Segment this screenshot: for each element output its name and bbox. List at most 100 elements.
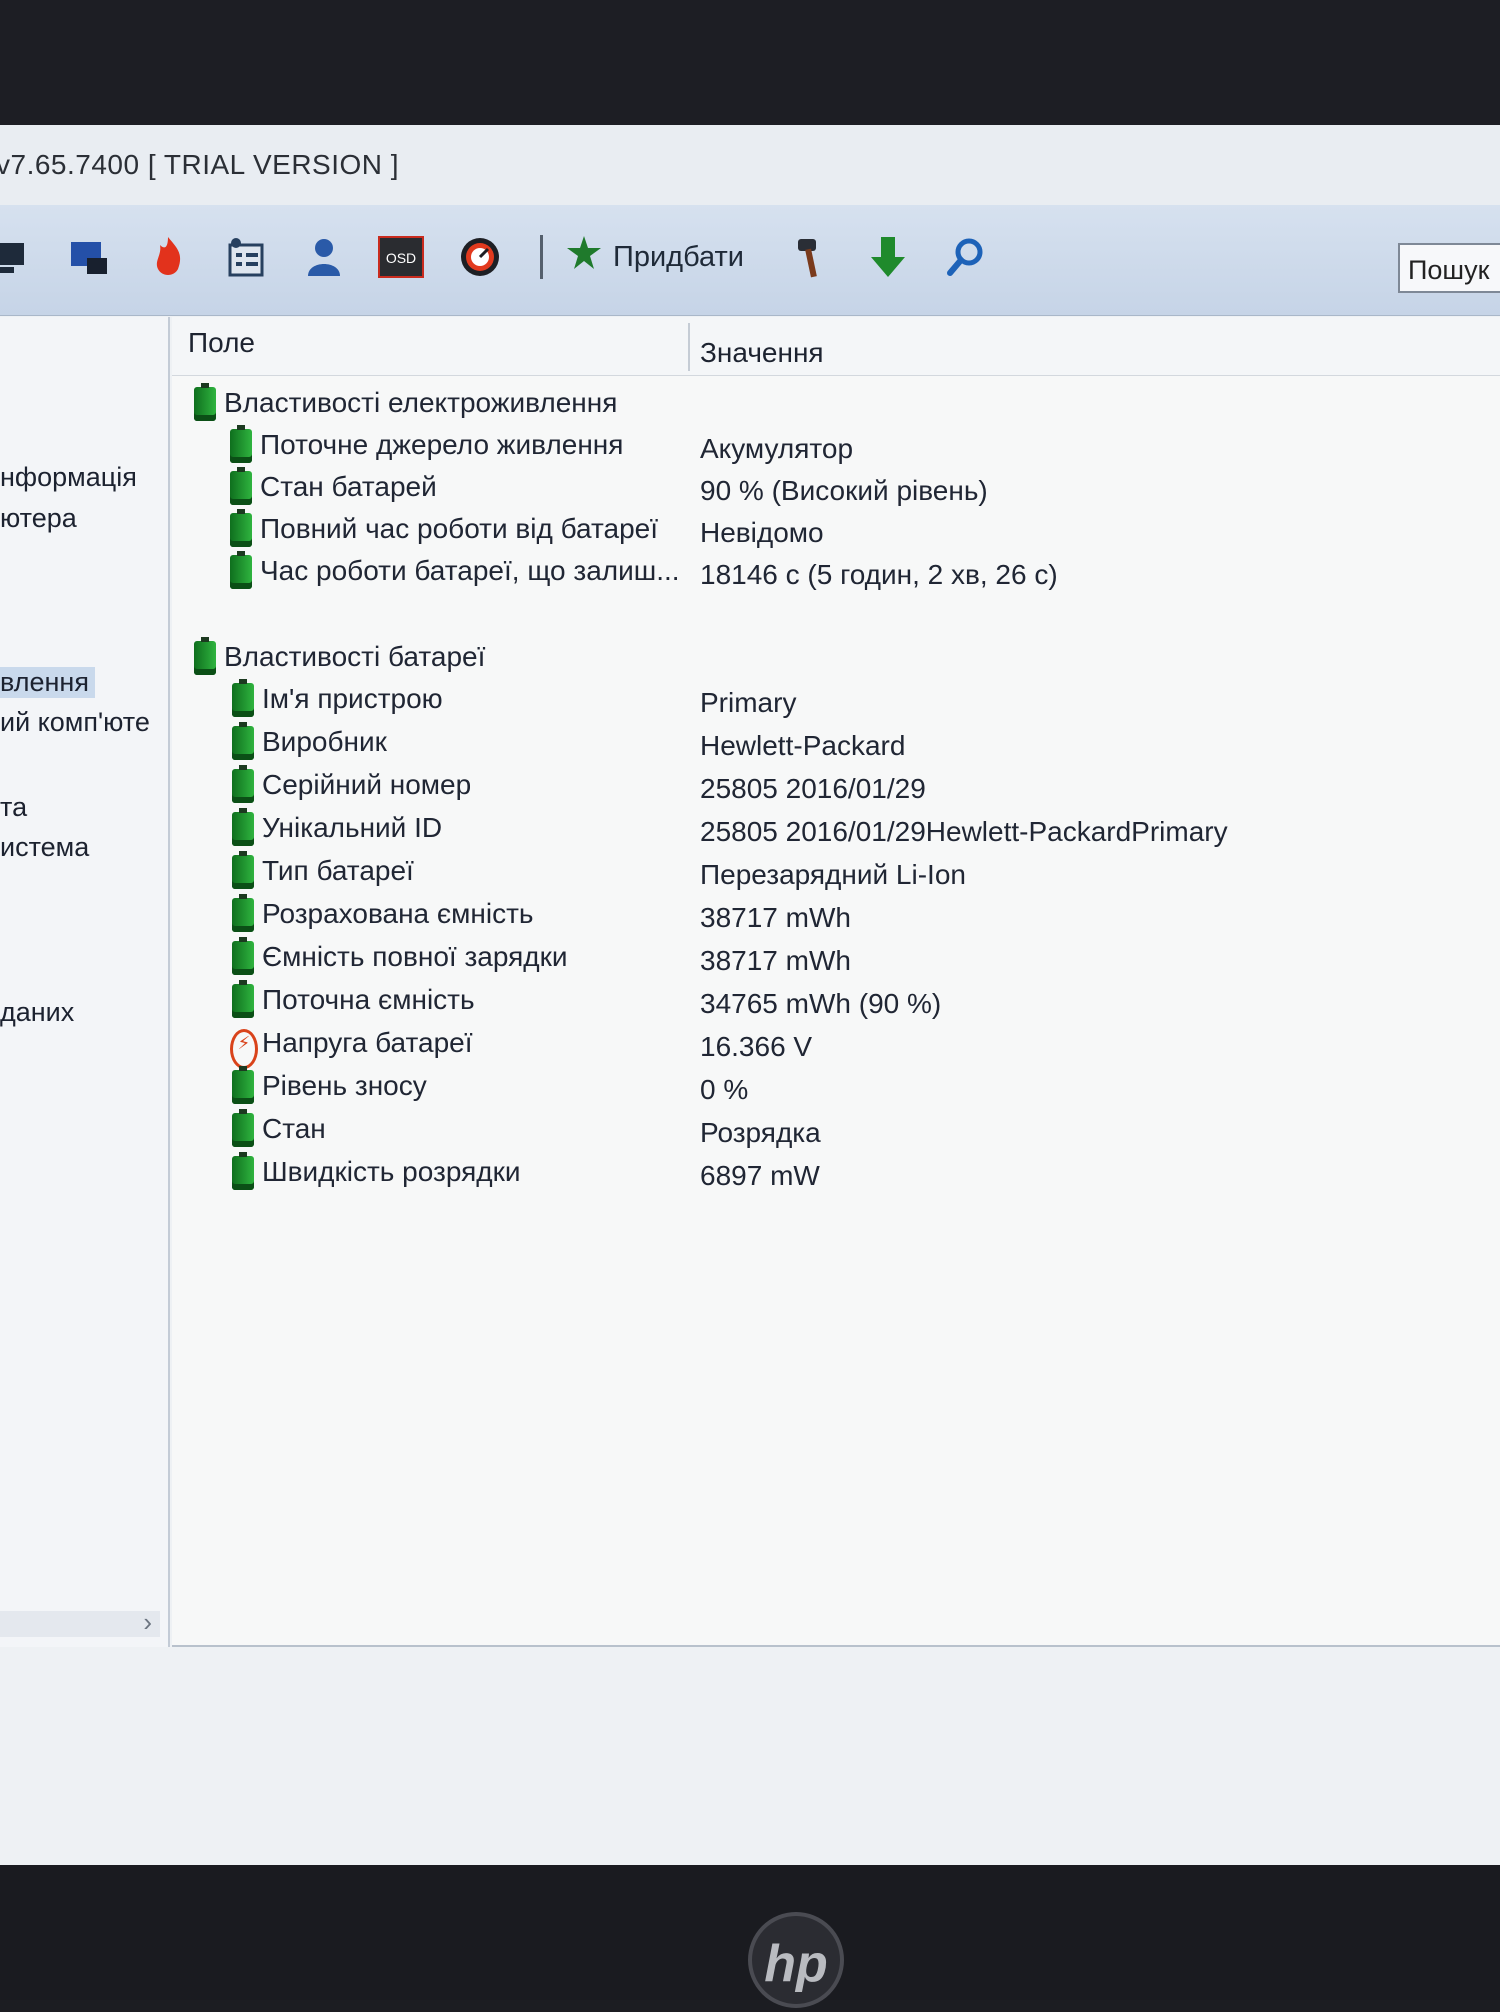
- screen: v7.65.7400 [ TRIAL VERSION ] OSD Придбат…: [0, 125, 1500, 1865]
- battery-icon: [232, 851, 254, 889]
- section-header[interactable]: Властивості електроживлення: [172, 383, 1500, 423]
- search-button[interactable]: Пошук: [1398, 243, 1500, 293]
- toolbar: OSD Придбати Пошук: [0, 205, 1500, 316]
- battery-icon: [232, 765, 254, 803]
- battery-icon: [230, 467, 252, 505]
- field-label: Напруга батареї: [262, 1027, 473, 1058]
- field-value: Перезарядний Li-Ion: [700, 859, 966, 890]
- sidebar-item-power[interactable]: влення: [0, 667, 95, 698]
- title-bar: v7.65.7400 [ TRIAL VERSION ]: [0, 125, 1500, 206]
- field-label: Розрахована ємність: [262, 898, 534, 929]
- laptop-bezel-bottom: [0, 1865, 1500, 2000]
- table-row[interactable]: Рівень зносу 0 %: [172, 1066, 1500, 1106]
- field-label: Стан: [262, 1113, 326, 1144]
- svg-text:OSD: OSD: [386, 250, 416, 266]
- horizontal-scrollbar[interactable]: ›: [0, 1607, 160, 1637]
- field-label: Виробник: [262, 726, 387, 757]
- battery-icon: [232, 1066, 254, 1104]
- table-row[interactable]: Унікальний ID 25805 2016/01/29Hewlett-Pa…: [172, 808, 1500, 848]
- field-value: 25805 2016/01/29Hewlett-PackardPrimary: [700, 816, 1228, 847]
- table-row[interactable]: Швидкість розрядки 6897 mW: [172, 1152, 1500, 1192]
- grid-header: Поле Значення: [172, 317, 1500, 376]
- field-label: Час роботи батареї, що залиш...: [260, 555, 680, 586]
- grid-bottom-border: [172, 1645, 1500, 1647]
- sidebar-item-board[interactable]: та: [0, 792, 27, 823]
- table-row[interactable]: Ємність повної зарядки 38717 mWh: [172, 937, 1500, 977]
- field-value: 38717 mWh: [700, 902, 851, 933]
- voltage-icon: ⚡: [230, 1029, 258, 1069]
- battery-icon: [232, 894, 254, 932]
- field-label: Рівень зносу: [262, 1070, 427, 1101]
- download-arrow-icon[interactable]: [866, 235, 910, 279]
- section-title: Властивості батареї: [224, 641, 486, 672]
- computer-icon[interactable]: [0, 235, 30, 279]
- table-row[interactable]: Поточне джерело живлення Акумулятор: [172, 425, 1500, 465]
- sidebar-item-portable-computer[interactable]: ий комп'юте: [0, 707, 150, 738]
- table-row[interactable]: Поточна ємність 34765 mWh (90 %): [172, 980, 1500, 1020]
- section-header[interactable]: Властивості батареї: [172, 637, 1500, 677]
- battery-icon: [232, 1152, 254, 1190]
- table-row[interactable]: Тип батареї Перезарядний Li-Ion: [172, 851, 1500, 891]
- table-row[interactable]: Повний час роботи від батареї Невідомо: [172, 509, 1500, 549]
- field-value: Primary: [700, 687, 797, 718]
- scroll-right-icon[interactable]: ›: [143, 1607, 152, 1638]
- field-label: Стан батарей: [260, 471, 437, 502]
- sidebar-item-computer[interactable]: ютера: [0, 503, 77, 534]
- field-value: Акумулятор: [700, 433, 854, 464]
- battery-icon: [232, 722, 254, 760]
- hp-logo: hp: [748, 1912, 844, 2008]
- battery-icon: [232, 808, 254, 846]
- table-row[interactable]: Розрахована ємність 38717 mWh: [172, 894, 1500, 934]
- table-row[interactable]: ⚡ Напруга батареї 16.366 V: [172, 1023, 1500, 1069]
- field-value: Розрядка: [700, 1117, 821, 1148]
- field-value: 38717 mWh: [700, 945, 851, 976]
- field-value: 0 %: [700, 1074, 749, 1105]
- buy-button[interactable]: Придбати: [565, 231, 744, 283]
- window-title: v7.65.7400 [ TRIAL VERSION ]: [0, 149, 400, 180]
- column-header-field[interactable]: Поле: [188, 327, 255, 359]
- buy-label: Придбати: [613, 240, 745, 273]
- details-grid: Поле Значення Властивості електроживленн…: [172, 317, 1500, 1647]
- battery-icon: [230, 551, 252, 589]
- table-row[interactable]: Стан Розрядка: [172, 1109, 1500, 1149]
- table-row[interactable]: Виробник Hewlett-Packard: [172, 722, 1500, 762]
- field-value: 18146 с (5 годин, 2 хв, 26 с): [700, 559, 1058, 590]
- sidebar-item-os[interactable]: истема: [0, 832, 89, 863]
- field-label: Поточна ємність: [262, 984, 475, 1015]
- table-row[interactable]: Стан батарей 90 % (Високий рівень): [172, 467, 1500, 507]
- section-title: Властивості електроживлення: [224, 387, 618, 418]
- user-icon[interactable]: [302, 235, 346, 279]
- battery-icon: [194, 637, 216, 675]
- battery-icon: [194, 383, 216, 421]
- field-label: Швидкість розрядки: [262, 1156, 521, 1187]
- field-label: Ім'я пристрою: [262, 683, 443, 714]
- column-header-value[interactable]: Значення: [700, 337, 824, 369]
- column-divider[interactable]: [688, 323, 690, 371]
- benchmark-icon[interactable]: [458, 235, 502, 279]
- buy-star-icon: [565, 234, 603, 280]
- table-row[interactable]: Серійний номер 25805 2016/01/29: [172, 765, 1500, 805]
- search-icon[interactable]: [944, 235, 988, 279]
- tools-icon[interactable]: [790, 235, 834, 279]
- field-value: 16.366 V: [700, 1031, 813, 1062]
- field-value: Невідомо: [700, 517, 824, 548]
- sidebar-tree: нформація ютера влення ий комп'юте та ис…: [0, 317, 170, 1647]
- flame-icon[interactable]: [146, 235, 190, 279]
- task-scheduler-icon[interactable]: [224, 235, 268, 279]
- sidebar-item-info[interactable]: нформація: [0, 462, 137, 493]
- laptop-bezel-top: [0, 0, 1500, 130]
- battery-icon: [232, 679, 254, 717]
- field-label: Тип батареї: [262, 855, 414, 886]
- toolbar-separator: [540, 235, 543, 279]
- field-label: Ємність повної зарядки: [262, 941, 568, 972]
- table-row[interactable]: Час роботи батареї, що залиш... 18146 с …: [172, 551, 1500, 591]
- sidebar-item-storage[interactable]: даних: [0, 997, 74, 1028]
- table-row[interactable]: Ім'я пристрою Primary: [172, 679, 1500, 719]
- battery-icon: [230, 509, 252, 547]
- field-value: 25805 2016/01/29: [700, 773, 926, 804]
- battery-icon: [232, 937, 254, 975]
- osd-icon[interactable]: OSD: [378, 235, 424, 279]
- field-value: 6897 mW: [700, 1160, 820, 1191]
- battery-icon: [232, 980, 254, 1018]
- motherboard-icon[interactable]: [68, 235, 112, 279]
